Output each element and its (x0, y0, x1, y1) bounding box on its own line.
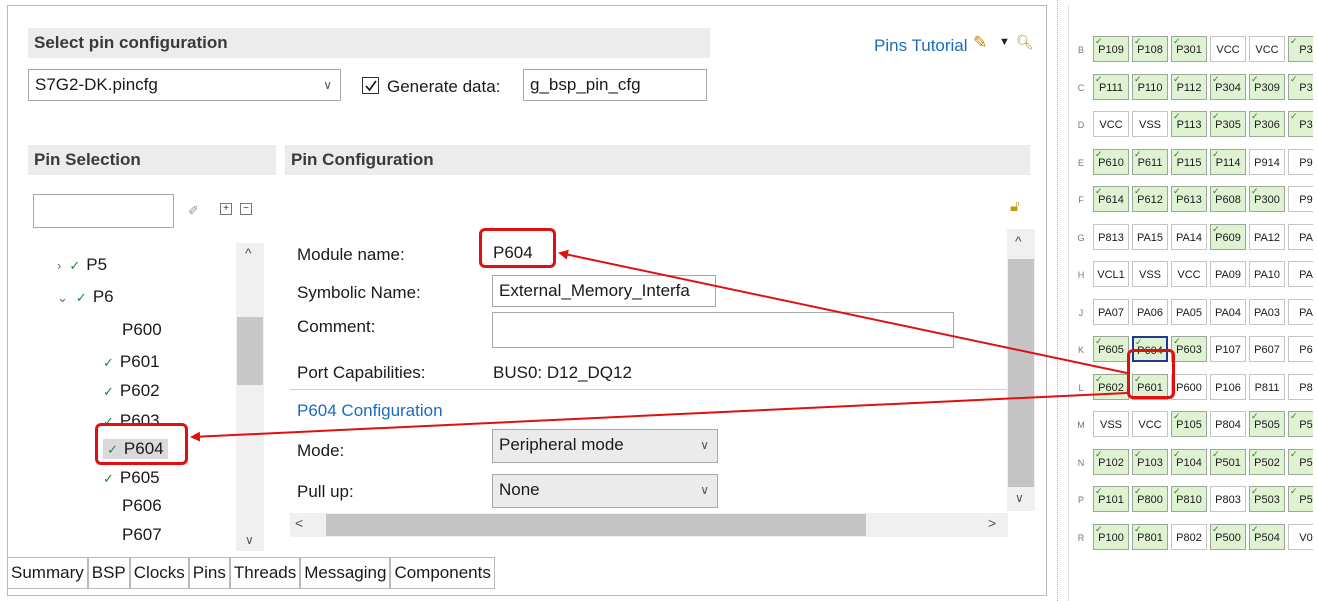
arrow-to-tree-item (190, 392, 1128, 442)
arrow-to-module-name (558, 249, 1128, 374)
annotation-arrows (190, 249, 1128, 442)
